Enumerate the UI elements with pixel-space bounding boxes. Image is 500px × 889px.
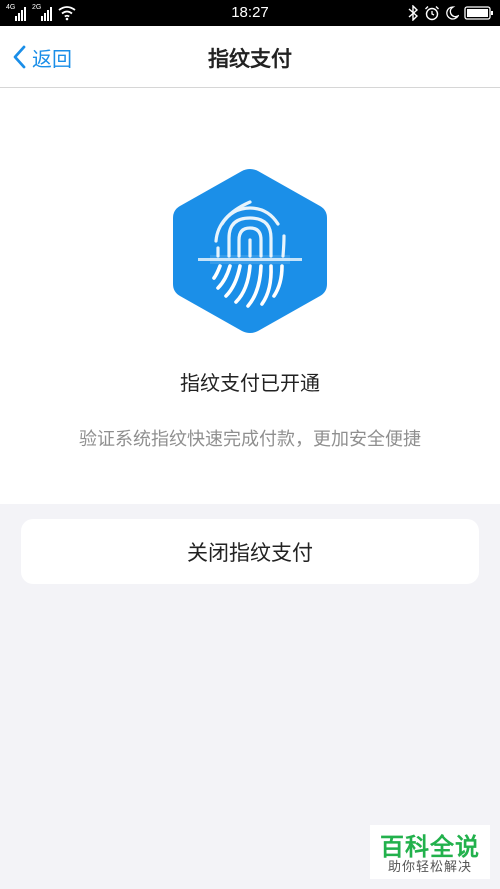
close-fingerprint-pay-label: 关闭指纹支付 <box>187 540 313 565</box>
watermark-logo: 百科全说 助你轻松解决 <box>370 825 490 879</box>
fingerprint-hexagon-icon <box>170 166 330 336</box>
close-fingerprint-pay-button[interactable]: 关闭指纹支付 <box>21 519 479 584</box>
page-title: 指纹支付 <box>208 47 292 71</box>
status-description: 验证系统指纹快速完成付款，更加安全便捷 <box>79 429 421 450</box>
battery-icon <box>464 5 494 21</box>
bluetooth-icon <box>408 4 419 22</box>
fingerprint-status-card: 指纹支付已开通 验证系统指纹快速完成付款，更加安全便捷 <box>0 88 500 504</box>
status-right <box>408 3 494 23</box>
nav-bar: 返回 指纹支付 <box>0 26 500 88</box>
screen: 4G 2G 18:27 返回 指纹支付 指纹支付已开通 验证系统指纹快速完成付款… <box>0 0 500 889</box>
watermark-sub-text: 助你轻松解决 <box>387 860 472 875</box>
moon-icon <box>445 5 460 21</box>
status-bar: 4G 2G 18:27 <box>0 0 500 26</box>
status-title: 指纹支付已开通 <box>180 371 320 395</box>
alarm-icon <box>424 5 440 21</box>
